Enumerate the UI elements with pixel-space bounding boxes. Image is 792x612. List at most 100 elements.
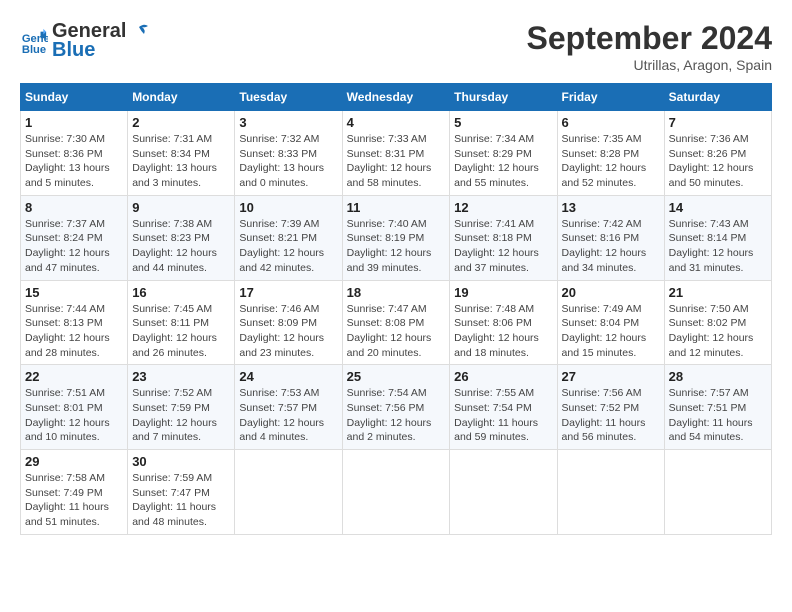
sunset: Sunset: 8:21 PM (239, 232, 317, 244)
daylight: Daylight: 12 hours and 31 minutes. (669, 247, 754, 274)
day-number: 9 (132, 200, 230, 215)
calendar-cell: 17Sunrise: 7:46 AMSunset: 8:09 PMDayligh… (235, 280, 342, 365)
day-info: Sunrise: 7:42 AMSunset: 8:16 PMDaylight:… (562, 217, 660, 276)
day-number: 26 (454, 369, 552, 384)
calendar-cell: 11 Sunrise: 7:40 AMSunset: 8:19 PMDayligh… (342, 195, 450, 280)
sunset: Sunset: 8:14 PM (669, 232, 747, 244)
day-info: Sunrise: 7:34 AMSunset: 8:29 PMDaylight:… (454, 132, 552, 191)
col-thursday: Thursday (450, 84, 557, 111)
calendar-row: 15Sunrise: 7:44 AMSunset: 8:13 PMDayligh… (21, 280, 772, 365)
day-number: 29 (25, 454, 123, 469)
day-info: Sunrise: 7:49 AMSunset: 8:04 PMDaylight:… (562, 302, 660, 361)
day-info: Sunrise: 7:50 AMSunset: 8:02 PMDaylight:… (669, 302, 767, 361)
day-number: 4 (347, 115, 446, 130)
day-info: Sunrise: 7:43 AMSunset: 8:14 PMDaylight:… (669, 217, 767, 276)
daylight: Daylight: 11 hours and 51 minutes. (25, 501, 109, 528)
calendar-cell: 16Sunrise: 7:45 AMSunset: 8:11 PMDayligh… (128, 280, 235, 365)
sunset: Sunset: 8:34 PM (132, 148, 210, 160)
sunrise: Sunrise: 7:37 AM (25, 218, 105, 230)
day-info: Sunrise: 7:37 AMSunset: 8:24 PMDaylight:… (25, 217, 123, 276)
daylight: Daylight: 11 hours and 48 minutes. (132, 501, 216, 528)
daylight: Daylight: 12 hours and 28 minutes. (25, 332, 110, 359)
day-number: 30 (132, 454, 230, 469)
empty-cell (342, 450, 450, 535)
calendar-cell: 24Sunrise: 7:53 AMSunset: 7:57 PMDayligh… (235, 365, 342, 450)
day-info: Sunrise: 7:36 AMSunset: 8:26 PMDaylight:… (669, 132, 767, 191)
calendar-cell: 5Sunrise: 7:34 AMSunset: 8:29 PMDaylight… (450, 111, 557, 196)
sunrise: Sunrise: 7:32 AM (239, 133, 319, 145)
daylight: Daylight: 12 hours and 50 minutes. (669, 162, 754, 189)
empty-cell (235, 450, 342, 535)
sunrise: Sunrise: 7:56 AM (562, 387, 642, 399)
daylight: Daylight: 12 hours and 7 minutes. (132, 417, 217, 444)
daylight: Daylight: 13 hours and 0 minutes. (239, 162, 324, 189)
daylight: Daylight: 12 hours and 23 minutes. (239, 332, 324, 359)
day-info: Sunrise: 7:56 AMSunset: 7:52 PMDaylight:… (562, 386, 660, 445)
sunset: Sunset: 7:54 PM (454, 402, 532, 414)
day-number: 27 (562, 369, 660, 384)
day-number: 3 (239, 115, 337, 130)
sunset: Sunset: 7:47 PM (132, 487, 210, 499)
calendar-cell: 10Sunrise: 7:39 AMSunset: 8:21 PMDayligh… (235, 195, 342, 280)
location: Utrillas, Aragon, Spain (527, 57, 772, 73)
daylight: Daylight: 12 hours and 44 minutes. (132, 247, 217, 274)
calendar-cell: 27 Sunrise: 7:56 AMSunset: 7:52 PMDayligh… (557, 365, 664, 450)
col-friday: Friday (557, 84, 664, 111)
sunset: Sunset: 7:56 PM (347, 402, 425, 414)
calendar-table: Sunday Monday Tuesday Wednesday Thursday… (20, 83, 772, 535)
day-number: 21 (669, 285, 767, 300)
day-info: Sunrise: 7:31 AMSunset: 8:34 PMDaylight:… (132, 132, 230, 191)
daylight: Daylight: 12 hours and 58 minutes. (347, 162, 432, 189)
calendar-cell: 9Sunrise: 7:38 AMSunset: 8:23 PMDaylight… (128, 195, 235, 280)
day-info: Sunrise: 7:57 AMSunset: 7:51 PMDaylight:… (669, 386, 767, 445)
sunrise: Sunrise: 7:59 AM (132, 472, 212, 484)
sunset: Sunset: 8:13 PM (25, 317, 103, 329)
sunrise: Sunrise: 7:49 AM (562, 303, 642, 315)
daylight: Daylight: 12 hours and 34 minutes. (562, 247, 647, 274)
sunset: Sunset: 7:57 PM (239, 402, 317, 414)
calendar-row: 1Sunrise: 7:30 AMSunset: 8:36 PMDaylight… (21, 111, 772, 196)
daylight: Daylight: 12 hours and 20 minutes. (347, 332, 432, 359)
day-number: 18 (347, 285, 446, 300)
sunrise: Sunrise: 7:45 AM (132, 303, 212, 315)
day-info: Sunrise: 7:51 AMSunset: 8:01 PMDaylight:… (25, 386, 123, 445)
calendar-cell: 7 Sunrise: 7:36 AMSunset: 8:26 PMDaylight… (664, 111, 771, 196)
day-info: Sunrise: 7:32 AMSunset: 8:33 PMDaylight:… (239, 132, 337, 191)
logo-bird-icon (128, 21, 150, 43)
calendar-cell: 1Sunrise: 7:30 AMSunset: 8:36 PMDaylight… (21, 111, 128, 196)
empty-cell (664, 450, 771, 535)
sunset: Sunset: 8:19 PM (347, 232, 425, 244)
day-number: 6 (562, 115, 660, 130)
calendar-cell: 21 Sunrise: 7:50 AMSunset: 8:02 PMDayligh… (664, 280, 771, 365)
day-info: Sunrise: 7:41 AMSunset: 8:18 PMDaylight:… (454, 217, 552, 276)
sunset: Sunset: 8:08 PM (347, 317, 425, 329)
sunset: Sunset: 8:26 PM (669, 148, 747, 160)
daylight: Daylight: 11 hours and 54 minutes. (669, 417, 753, 444)
sunset: Sunset: 8:36 PM (25, 148, 103, 160)
sunset: Sunset: 7:59 PM (132, 402, 210, 414)
day-info: Sunrise: 7:33 AM Sunset: 8:31 PM Daylight:… (347, 132, 446, 191)
sunrise: Sunrise: 7:33 AM (347, 133, 427, 145)
month-title: September 2024 (527, 20, 772, 57)
day-info: Sunrise: 7:35 AMSunset: 8:28 PMDaylight:… (562, 132, 660, 191)
sunset: Sunset: 8:29 PM (454, 148, 532, 160)
day-info: Sunrise: 7:40 AMSunset: 8:19 PMDaylight:… (347, 217, 446, 276)
col-saturday: Saturday (664, 84, 771, 111)
calendar-cell: 28Sunrise: 7:57 AMSunset: 7:51 PMDayligh… (664, 365, 771, 450)
daylight: Daylight: 12 hours and 15 minutes. (562, 332, 647, 359)
day-info: Sunrise: 7:48 AMSunset: 8:06 PMDaylight:… (454, 302, 552, 361)
calendar-cell: 6 Sunrise: 7:35 AMSunset: 8:28 PMDaylight… (557, 111, 664, 196)
col-tuesday: Tuesday (235, 84, 342, 111)
sunset: Sunset: 8:23 PM (132, 232, 210, 244)
day-number: 7 (669, 115, 767, 130)
daylight: Daylight: 11 hours and 59 minutes. (454, 417, 538, 444)
sunset: Sunset: 8:11 PM (132, 317, 209, 329)
day-number: 13 (562, 200, 660, 215)
col-sunday: Sunday (21, 84, 128, 111)
day-number: 24 (239, 369, 337, 384)
sunset: Sunset: 8:31 PM (347, 148, 425, 160)
day-number: 11 (347, 200, 446, 215)
sunrise: Sunrise: 7:58 AM (25, 472, 105, 484)
daylight: Daylight: 12 hours and 4 minutes. (239, 417, 324, 444)
daylight: Daylight: 13 hours and 5 minutes. (25, 162, 110, 189)
